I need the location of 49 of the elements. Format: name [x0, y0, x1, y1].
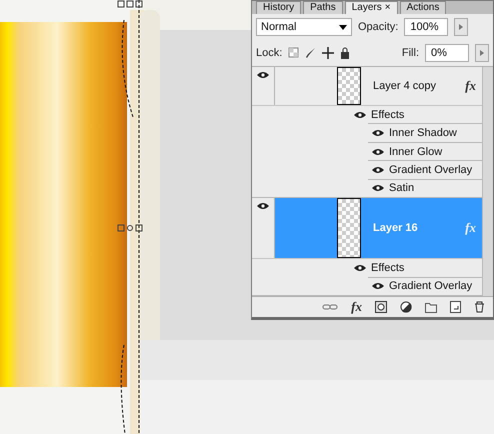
layer-row[interactable]: Layer 4 copy fx	[275, 67, 482, 105]
brush-icon[interactable]	[305, 47, 316, 59]
panel-tab[interactable]: Actions	[400, 1, 446, 14]
layer-name: Layer 4 copy	[373, 80, 437, 92]
layer-name: Layer 16	[373, 222, 419, 234]
effect-name[interactable]: Gradient Overlay	[389, 164, 472, 176]
move-icon[interactable]	[322, 47, 334, 59]
eye-icon[interactable]	[372, 166, 384, 174]
eye-icon[interactable]	[257, 202, 269, 210]
eye-icon[interactable]	[257, 71, 269, 79]
effect-name[interactable]: Gradient Overlay	[389, 280, 472, 292]
effects-label-fx: fx	[465, 220, 476, 236]
blend-mode-dropdown[interactable]: Normal	[256, 18, 352, 36]
layer-thumbnail	[337, 67, 361, 105]
panel-tab[interactable]: Layers ×	[344, 1, 398, 14]
fill-label: Fill:	[402, 47, 419, 59]
opacity-label: Opacity:	[358, 21, 398, 33]
arrow-right-icon	[480, 50, 484, 56]
eye-icon[interactable]	[372, 282, 384, 290]
scrollbar[interactable]	[482, 67, 493, 296]
effect-name[interactable]: Satin	[389, 182, 414, 194]
opacity-field[interactable]: 100%	[404, 18, 448, 36]
layer-thumbnail	[337, 198, 361, 258]
arrow-right-icon	[459, 24, 464, 30]
effects-label: Effects	[371, 108, 404, 121]
caret-icon	[339, 24, 347, 30]
eye-icon[interactable]	[372, 129, 384, 138]
effect-name[interactable]: Inner Glow	[389, 146, 442, 158]
folder-icon[interactable]	[425, 301, 437, 313]
eye-icon[interactable]	[354, 110, 366, 119]
opacity-slider-button[interactable]	[454, 18, 468, 36]
lock-label: Lock:	[256, 47, 282, 59]
eye-icon[interactable]	[372, 184, 384, 192]
adjustment-icon[interactable]	[400, 301, 412, 313]
add-style-button[interactable]: fx	[351, 299, 362, 315]
eye-icon[interactable]	[372, 148, 384, 156]
effects-label: Effects	[371, 262, 404, 274]
fill-field[interactable]: 0%	[425, 44, 469, 62]
new-layer-icon[interactable]	[450, 301, 461, 313]
effects-label-fx: fx	[465, 78, 476, 94]
trash-icon[interactable]	[474, 301, 485, 313]
fill-slider-button[interactable]	[475, 44, 489, 62]
eye-icon[interactable]	[354, 264, 366, 272]
transparency-lock-icon[interactable]	[288, 47, 300, 59]
effect-name[interactable]: Inner Shadow	[389, 127, 457, 140]
panel-tab[interactable]: Paths	[303, 1, 343, 14]
mask-icon[interactable]	[375, 301, 387, 313]
lock-icon[interactable]	[340, 47, 350, 59]
panel-tab[interactable]: History	[256, 1, 302, 14]
